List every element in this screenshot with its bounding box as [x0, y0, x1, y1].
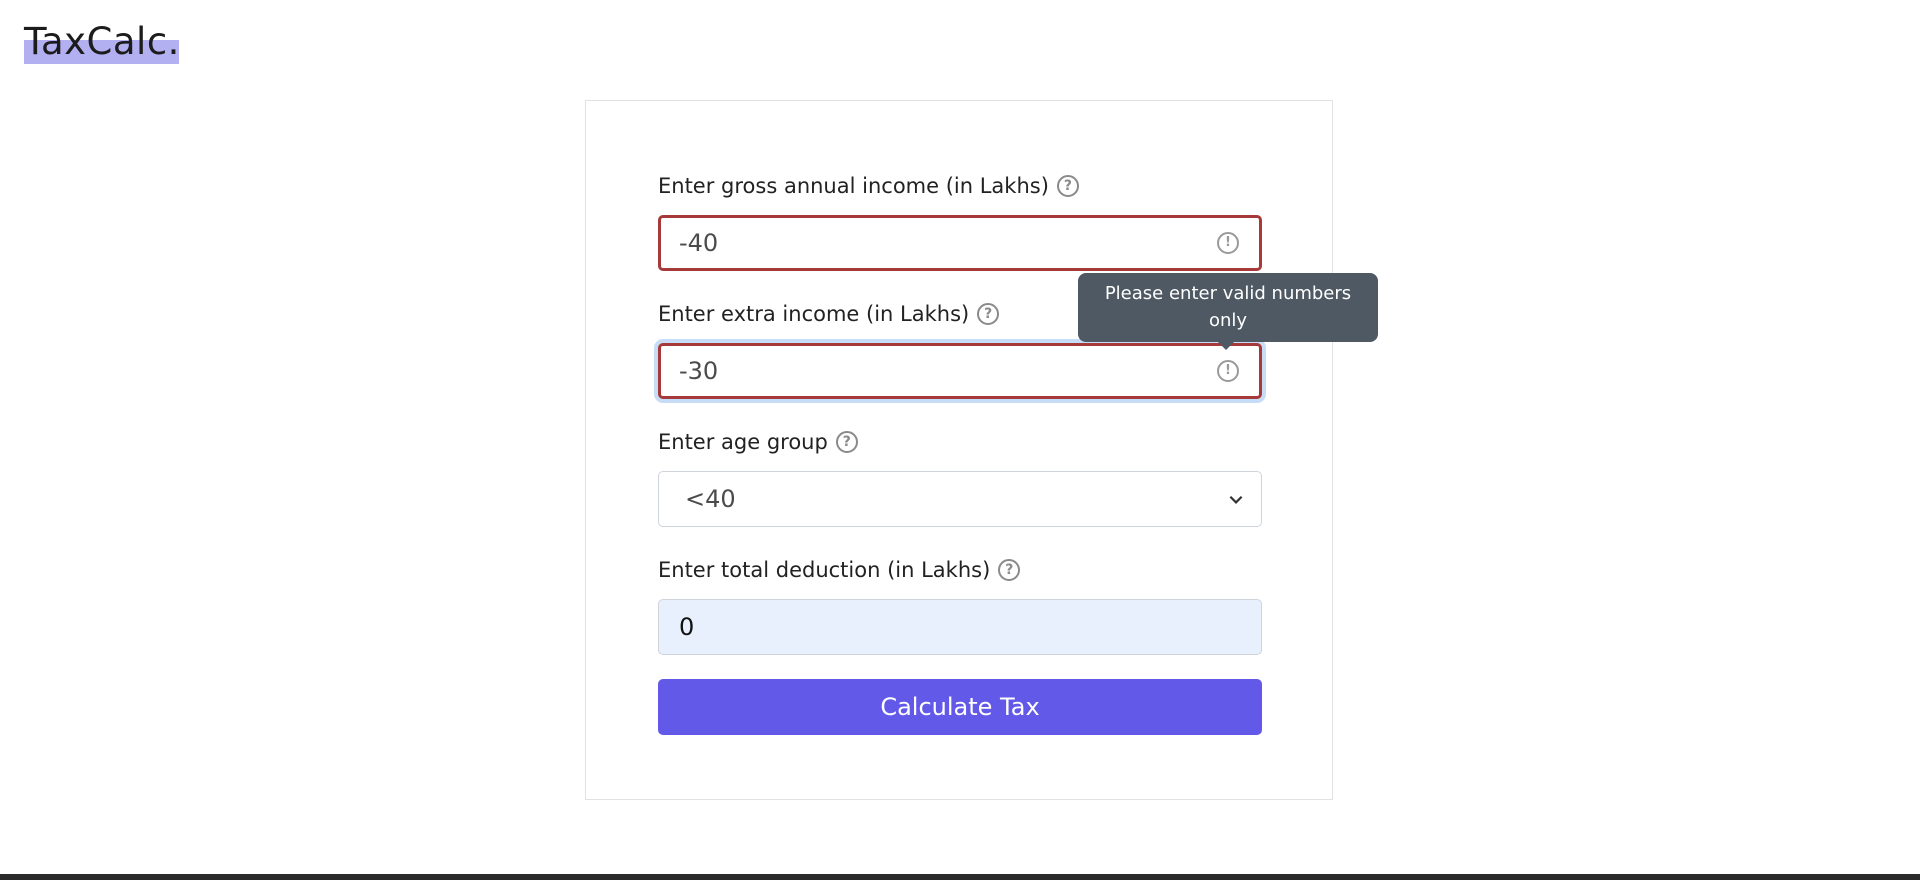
gross-income-input[interactable]: -40 ! — [658, 215, 1262, 271]
tax-form-card: Enter gross annual income (in Lakhs) ? -… — [585, 100, 1333, 800]
gross-income-label-text: Enter gross annual income (in Lakhs) — [658, 174, 1049, 198]
deduction-value: 0 — [679, 613, 695, 641]
age-group-label-text: Enter age group — [658, 430, 828, 454]
logo[interactable]: TaxCalc. — [24, 20, 180, 64]
help-icon[interactable]: ? — [835, 431, 858, 453]
age-group-selected-value: <40 — [685, 485, 736, 513]
gross-income-group: Enter gross annual income (in Lakhs) ? -… — [658, 171, 1262, 271]
deduction-label-text: Enter total deduction (in Lakhs) — [658, 558, 991, 582]
help-icon[interactable]: ? — [998, 559, 1021, 581]
error-icon: ! — [1217, 360, 1239, 382]
deduction-label: Enter total deduction (in Lakhs) ? — [658, 555, 1262, 585]
help-icon[interactable]: ? — [1056, 175, 1079, 197]
tooltip-arrow — [1218, 342, 1234, 350]
gross-income-value: -40 — [679, 229, 719, 257]
tax-form: Enter gross annual income (in Lakhs) ? -… — [658, 171, 1262, 735]
chevron-down-icon — [1229, 495, 1243, 504]
extra-income-label-text: Enter extra income (in Lakhs) — [658, 302, 970, 326]
deduction-input[interactable]: 0 — [658, 599, 1262, 655]
age-group-select[interactable]: <40 — [658, 471, 1262, 527]
error-icon: ! — [1217, 232, 1239, 254]
calculate-tax-button[interactable]: Calculate Tax — [658, 679, 1262, 735]
deduction-group: Enter total deduction (in Lakhs) ? 0 — [658, 555, 1262, 655]
extra-income-value: -30 — [679, 357, 719, 385]
age-group-group: Enter age group ? <40 — [658, 427, 1262, 527]
help-icon[interactable]: ? — [977, 303, 1000, 325]
gross-income-label: Enter gross annual income (in Lakhs) ? — [658, 171, 1262, 201]
extra-income-input[interactable]: -30 ! — [658, 343, 1262, 399]
age-group-label: Enter age group ? — [658, 427, 1262, 457]
logo-text: TaxCalc. — [24, 20, 180, 63]
validation-tooltip: Please enter valid numbers only — [1078, 273, 1378, 342]
bottom-bar — [0, 874, 1920, 880]
